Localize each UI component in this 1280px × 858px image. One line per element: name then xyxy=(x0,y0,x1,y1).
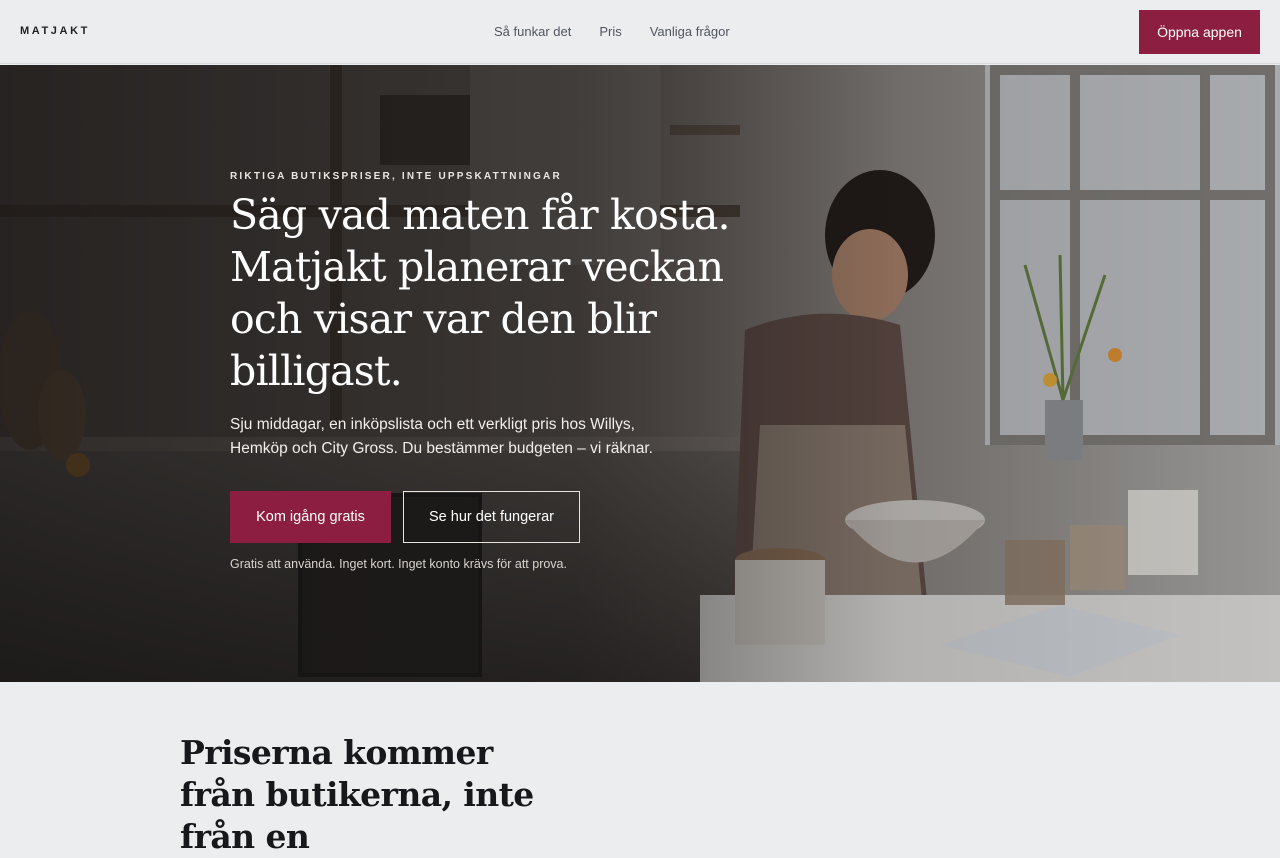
top-navigation: MATJAKT Så funkar det Pris Vanliga frågo… xyxy=(0,0,1280,64)
hero-lede: Sju middagar, en inköpslista och ett ver… xyxy=(230,416,653,457)
see-how-it-works-button[interactable]: Se hur det fungerar xyxy=(403,491,580,543)
section-title: Priserna kommer från butikerna, inte frå… xyxy=(180,733,534,856)
hero-section: RIKTIGA BUTIKSPRISER, INTE UPPSKATTNINGA… xyxy=(0,65,1280,682)
main-nav: Så funkar det Pris Vanliga frågor xyxy=(494,24,730,39)
nav-link-how-it-works[interactable]: Så funkar det xyxy=(494,24,571,39)
hero-headline: Säg vad maten får kosta. Matjakt planera… xyxy=(230,191,731,395)
get-started-button[interactable]: Kom igång gratis xyxy=(230,491,391,543)
nav-link-pricing[interactable]: Pris xyxy=(599,24,621,39)
hero-eyebrow: RIKTIGA BUTIKSPRISER, INTE UPPSKATTNINGA… xyxy=(230,171,562,182)
hero-note: Gratis att använda. Inget kort. Inget ko… xyxy=(230,557,567,571)
open-app-button[interactable]: Öppna appen xyxy=(1139,10,1260,54)
nav-link-faq[interactable]: Vanliga frågor xyxy=(650,24,730,39)
brand-logo[interactable]: MATJAKT xyxy=(20,25,90,37)
prices-section: Priserna kommer från butikerna, inte frå… xyxy=(0,682,1280,856)
